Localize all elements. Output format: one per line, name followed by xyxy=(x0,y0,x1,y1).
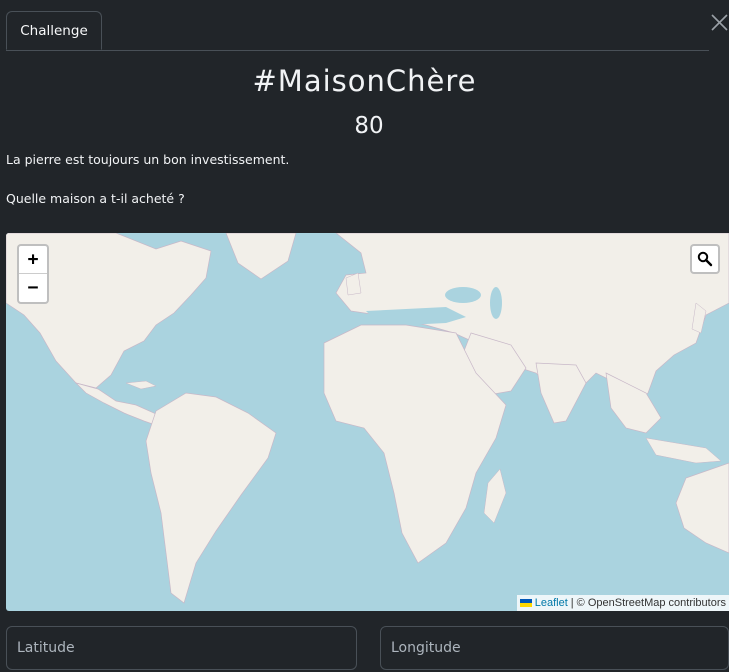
close-button[interactable] xyxy=(710,13,729,32)
challenge-question: Quelle maison a t-il acheté ? xyxy=(6,191,185,206)
search-icon xyxy=(697,251,713,267)
map-attribution: Leaflet | © OpenStreetMap contributors xyxy=(516,595,729,611)
page-title: #MaisonChère xyxy=(252,64,477,98)
attribution-text: © OpenStreetMap contributors xyxy=(576,597,726,609)
map-search-button[interactable] xyxy=(690,244,720,274)
attribution-separator: | xyxy=(570,597,574,609)
score-value: 80 xyxy=(354,113,384,139)
close-icon xyxy=(711,14,728,31)
ukraine-flag-icon xyxy=(519,599,532,607)
map-tiles xyxy=(6,233,729,604)
tab-bar: Challenge xyxy=(6,11,709,51)
zoom-control: + − xyxy=(17,244,49,304)
zoom-out-button[interactable]: − xyxy=(19,274,47,301)
zoom-in-button[interactable]: + xyxy=(19,246,47,274)
tab-challenge[interactable]: Challenge xyxy=(6,11,102,50)
leaflet-link[interactable]: Leaflet xyxy=(535,597,568,609)
challenge-description: La pierre est toujours un bon investisse… xyxy=(6,152,290,167)
longitude-input[interactable] xyxy=(380,626,729,670)
latitude-input[interactable] xyxy=(6,626,357,670)
world-map[interactable]: + − Leaflet | © OpenStreetMap contributo… xyxy=(6,233,729,611)
